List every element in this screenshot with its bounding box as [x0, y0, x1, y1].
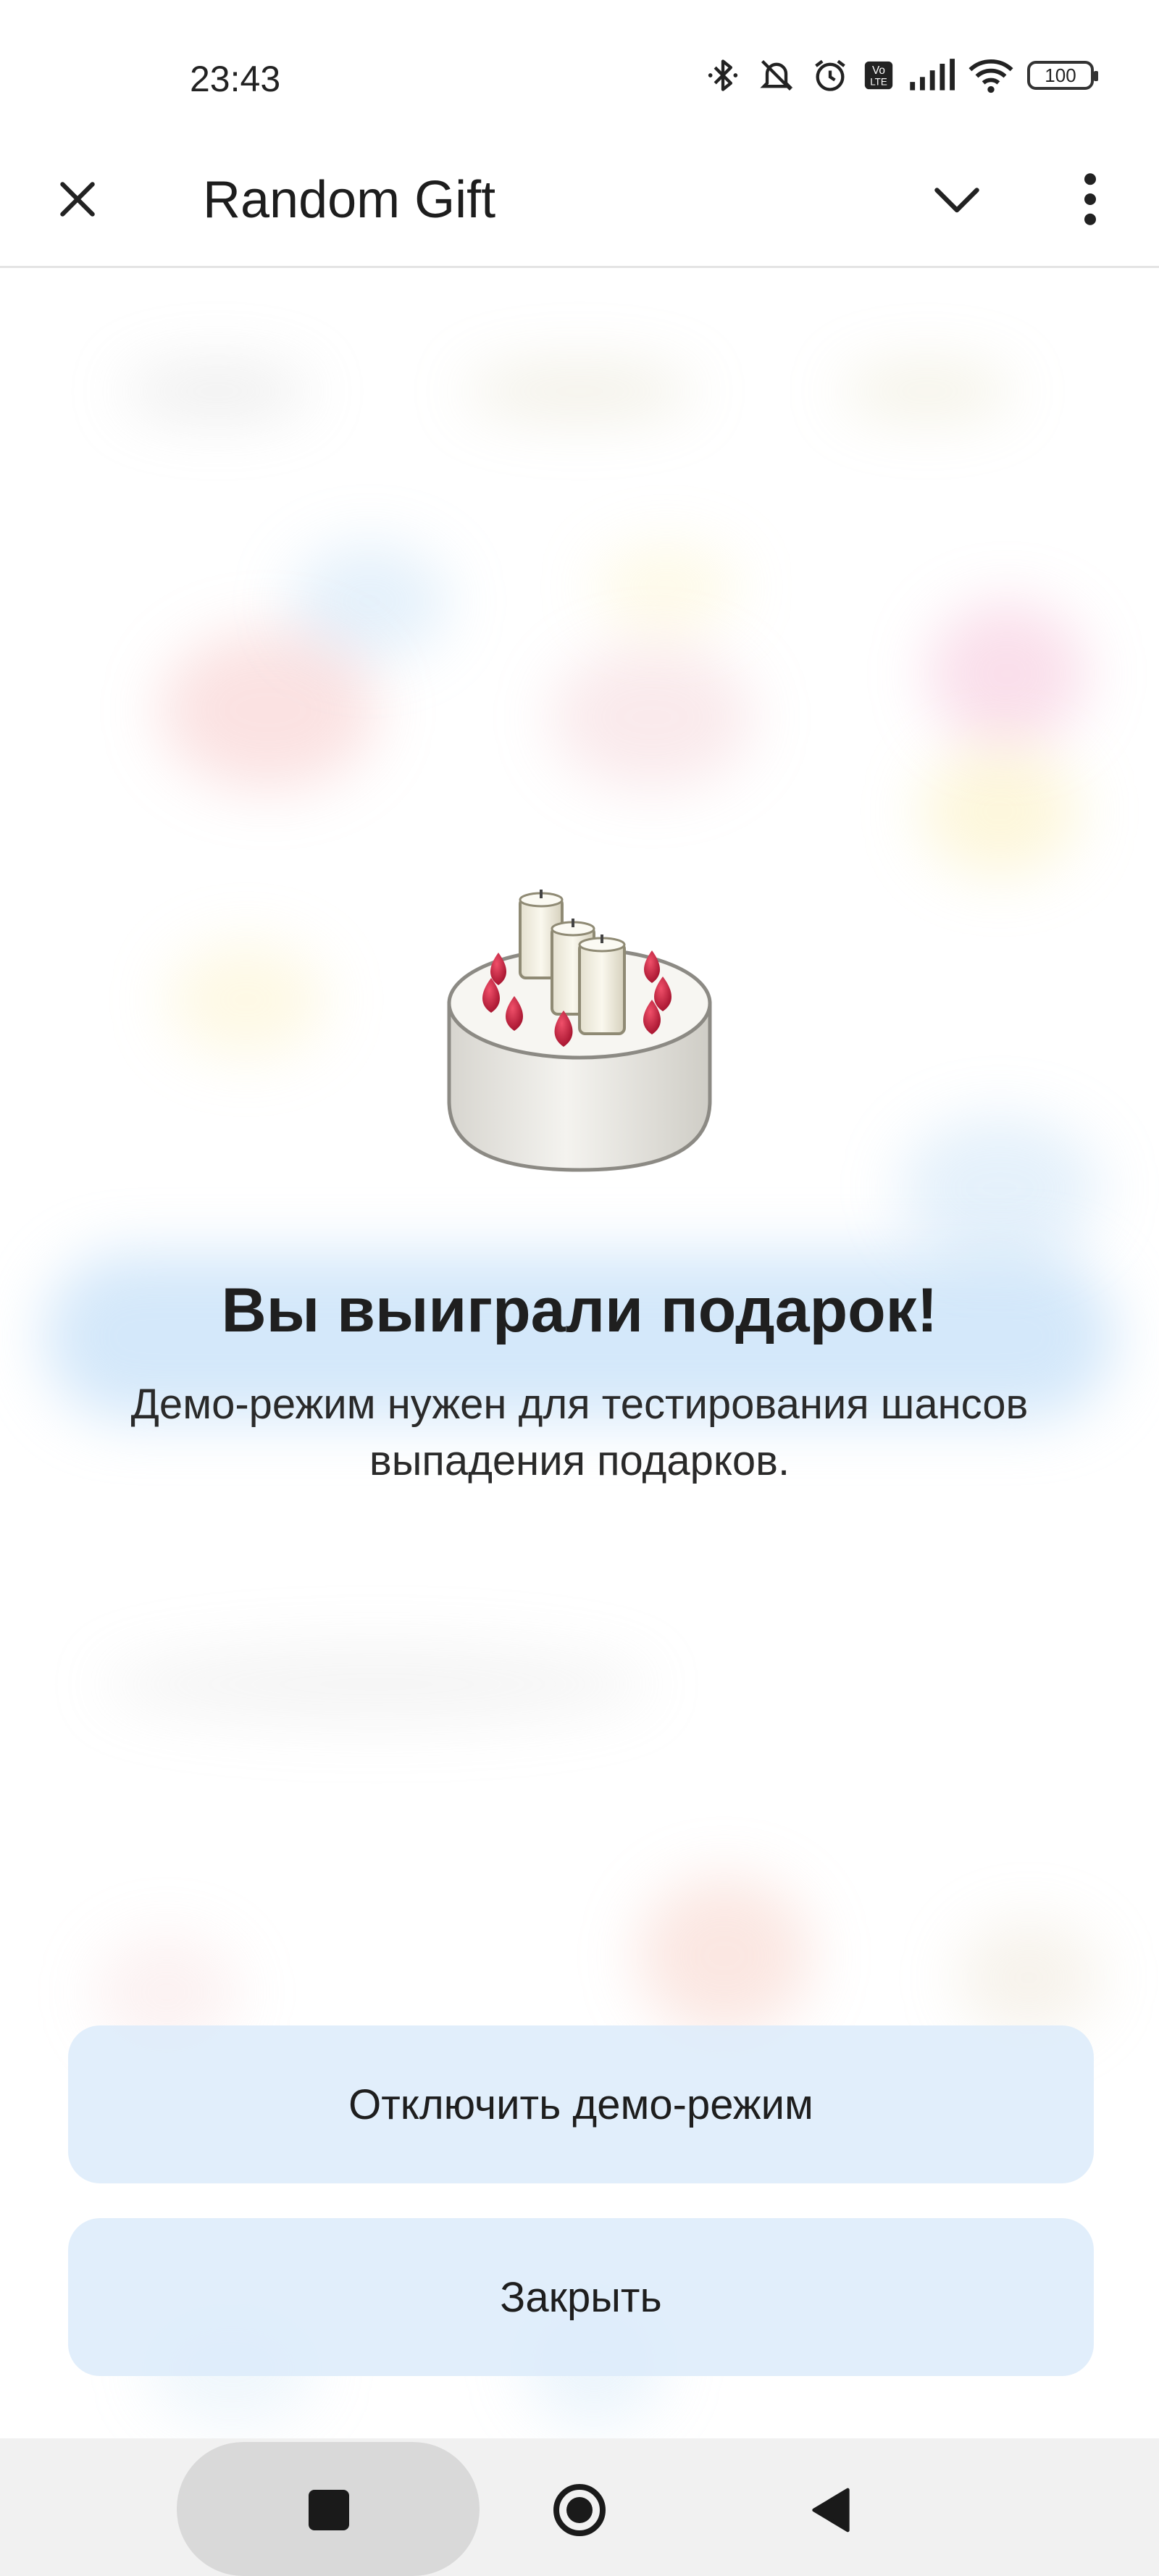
result-subtitle: Демо-режим нужен для тестирования шансов…: [130, 1381, 1029, 1484]
more-vert-icon[interactable]: [1058, 167, 1123, 232]
birthday-cake-icon: [435, 884, 724, 1188]
close-button[interactable]: Закрыть: [68, 2218, 1094, 2376]
signal-icon: [908, 59, 955, 92]
app-title: Random Gift: [203, 171, 496, 229]
battery-icon: 100: [1027, 61, 1098, 90]
svg-text:Vo: Vo: [872, 64, 885, 77]
random-gift-screen: 23:43 Vo LTE 100 Random Gift Вы выиграли…: [0, 0, 1159, 2576]
alarm-icon: [811, 57, 849, 94]
app-bar: Random Gift: [0, 138, 1159, 268]
mute-icon: [755, 57, 798, 94]
recents-icon[interactable]: [309, 2490, 349, 2530]
status-bar: 23:43 Vo LTE 100: [0, 0, 1159, 138]
disable-demo-button[interactable]: Отключить демо-режим: [68, 2025, 1094, 2183]
close-icon[interactable]: [45, 167, 110, 232]
chevron-down-icon[interactable]: [924, 167, 989, 232]
wifi-icon: [968, 57, 1014, 94]
status-time: 23:43: [190, 59, 281, 99]
volte-icon: Vo LTE: [862, 59, 895, 92]
result-title: Вы выиграли подарок!: [221, 1276, 938, 1345]
bluetooth-icon: [704, 57, 742, 94]
svg-text:LTE: LTE: [870, 76, 887, 87]
back-icon[interactable]: [806, 2485, 856, 2535]
status-icons: Vo LTE 100: [704, 57, 1098, 94]
home-icon[interactable]: [551, 2481, 608, 2539]
nav-bar: [0, 2438, 1159, 2576]
